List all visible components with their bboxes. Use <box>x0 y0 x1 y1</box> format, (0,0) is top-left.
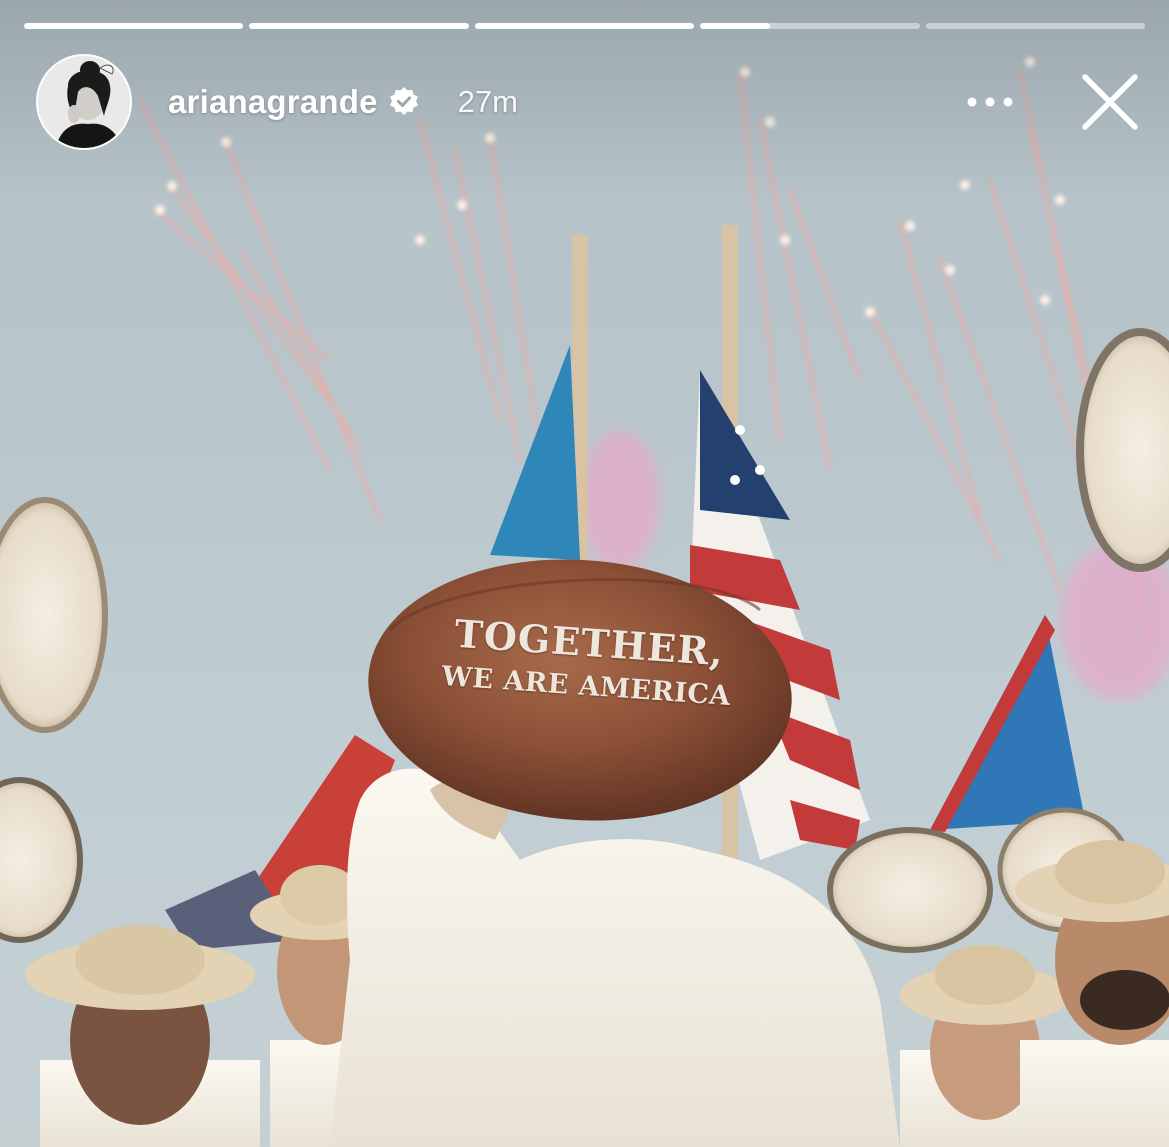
drum-right-top <box>1076 328 1169 572</box>
person-bottom-left <box>25 925 260 1147</box>
username[interactable]: arianagrande <box>168 83 378 121</box>
post-timestamp: 27m <box>457 84 518 119</box>
verified-badge-icon <box>388 86 420 118</box>
avatar[interactable] <box>36 54 132 150</box>
story-viewer[interactable]: TOGETHER, WE ARE AMERICA arianagrande 27… <box>0 0 1169 1147</box>
progress-segment <box>249 23 469 29</box>
close-icon <box>1082 74 1138 130</box>
story-progress-bar <box>24 23 1146 29</box>
progress-segment <box>700 23 920 29</box>
progress-segment <box>474 23 695 29</box>
flag-right <box>930 615 1085 832</box>
close-button[interactable] <box>1074 66 1146 138</box>
story-header: arianagrande 27m <box>36 54 518 150</box>
more-options-icon <box>967 97 1013 107</box>
drum-left-lower <box>0 777 83 943</box>
avatar-image <box>38 56 130 148</box>
drum-right-middle <box>827 827 993 953</box>
drum-left <box>0 497 108 733</box>
progress-segment <box>925 23 1146 29</box>
more-options-button[interactable] <box>960 82 1020 122</box>
progress-segment <box>24 23 244 29</box>
story-photo <box>0 57 1169 1147</box>
